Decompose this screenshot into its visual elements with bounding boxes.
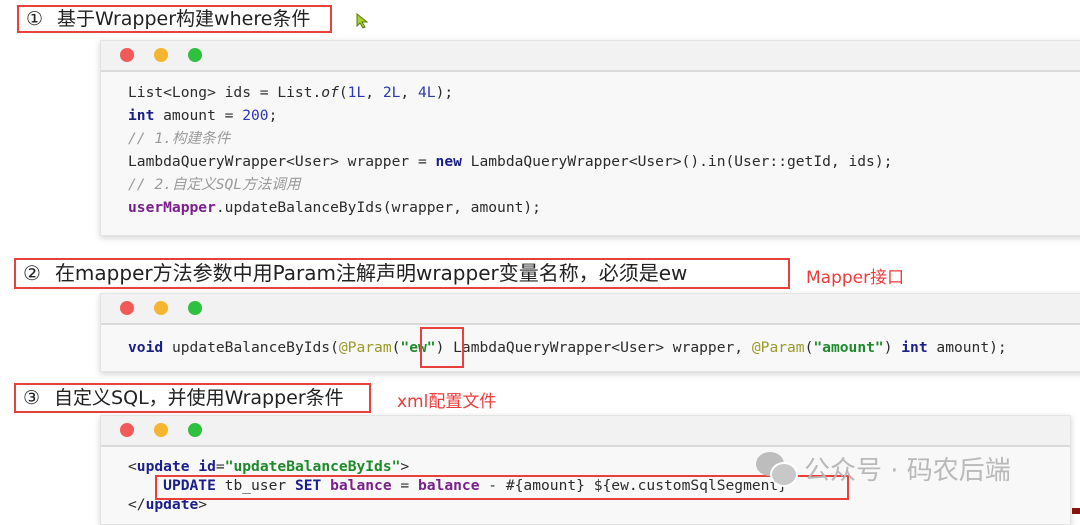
code-token: new: [435, 153, 462, 170]
code-token: "updateBalanceByIds": [224, 458, 401, 475]
step-1-header: ① 基于Wrapper构建where条件: [17, 5, 332, 33]
sql-highlight-box: [155, 475, 849, 500]
step-3-note: xml配置文件: [397, 392, 497, 412]
minimize-dot-icon: [154, 48, 168, 62]
step-2-header: ② 在mapper方法参数中用Param注解声明wrapper变量名称，必须是ew: [14, 258, 790, 289]
code-card-2: void updateBalanceByIds(@Param("ew") Lam…: [100, 293, 1080, 372]
code-token: ,: [400, 84, 418, 101]
step-2-note: Mapper接口: [806, 268, 905, 288]
mouse-cursor-icon: [356, 13, 369, 29]
code-card-titlebar: [101, 416, 1070, 447]
minimize-dot-icon: [154, 301, 168, 315]
code-token: .updateBalanceByIds(wrapper, amount);: [215, 199, 541, 216]
code-token: 2L: [382, 84, 401, 101]
edge-marker: [1072, 508, 1080, 514]
watermark: 公众号 · 码农后端: [756, 450, 1011, 487]
code-token: @Param: [338, 339, 392, 356]
close-dot-icon: [120, 423, 134, 437]
code-token: updateBalanceByIds(: [163, 339, 339, 356]
code-block-1: List<Long> ids = List.of(1L, 2L, 4L); int…: [128, 81, 892, 219]
code-token: void: [128, 339, 164, 356]
code-token: LambdaQueryWrapper<User>().in(User::getI…: [461, 153, 893, 170]
maximize-dot-icon: [188, 423, 202, 437]
step-2-number: ②: [23, 261, 41, 285]
code-line: void updateBalanceByIds(@Param("ew") Lam…: [128, 336, 1007, 359]
code-token: >: [400, 458, 410, 475]
code-token: ;: [268, 107, 278, 124]
code-token: );: [435, 84, 454, 101]
code-line: // 1.构建条件: [128, 127, 892, 150]
maximize-dot-icon: [188, 301, 202, 315]
maximize-dot-icon: [188, 48, 202, 62]
code-token: of: [321, 84, 339, 101]
code-token: ,: [365, 84, 383, 101]
step-3-number: ③: [23, 387, 41, 409]
code-card-titlebar: [101, 41, 1080, 72]
code-token: // 1.构建条件: [128, 130, 231, 147]
minimize-dot-icon: [154, 423, 168, 437]
code-token: amount);: [927, 339, 1007, 356]
close-dot-icon: [120, 48, 134, 62]
code-card-titlebar: [101, 294, 1080, 325]
code-token: userMapper: [128, 199, 216, 216]
code-token: </: [128, 496, 146, 513]
code-line: int amount = 200;: [128, 104, 892, 127]
step-1-title: 基于Wrapper构建where条件: [57, 8, 311, 30]
code-token: <: [128, 458, 137, 475]
close-dot-icon: [120, 301, 134, 315]
code-token: int: [128, 107, 155, 124]
code-line: <update id="updateBalanceByIds">: [128, 457, 787, 476]
code-token: // 2.自定义SQL方法调用: [128, 176, 301, 193]
code-token: =: [215, 458, 225, 475]
step-1-number: ①: [26, 8, 44, 30]
step-3-header: ③ 自定义SQL，并使用Wrapper条件: [14, 383, 371, 413]
code-token: amount =: [154, 107, 243, 124]
code-card-1: List<Long> ids = List.of(1L, 2L, 4L); int…: [100, 40, 1080, 236]
watermark-text: 公众号 · 码农后端: [804, 456, 1011, 486]
ew-highlight-box: [420, 327, 464, 368]
code-token: id: [198, 458, 216, 475]
wechat-icon: [756, 451, 798, 487]
code-line: userMapper.updateBalanceByIds(wrapper, a…: [128, 196, 892, 219]
code-token: List<Long> ids = List.: [128, 84, 322, 101]
code-token: update: [136, 458, 190, 475]
code-token: 200: [242, 107, 269, 124]
code-token: ): [883, 339, 902, 356]
code-block-2: void updateBalanceByIds(@Param("ew") Lam…: [128, 336, 1007, 359]
code-token: 4L: [417, 84, 436, 101]
code-line: // 2.自定义SQL方法调用: [128, 173, 892, 196]
code-token: @Param: [751, 339, 805, 356]
code-line: LambdaQueryWrapper<User> wrapper = new L…: [128, 150, 892, 173]
code-line: List<Long> ids = List.of(1L, 2L, 4L);: [128, 81, 892, 104]
code-token: (: [338, 84, 348, 101]
step-3-title: 自定义SQL，并使用Wrapper条件: [54, 387, 344, 409]
code-token: "amount": [813, 339, 884, 356]
code-token: ) LambdaQueryWrapper<User> wrapper,: [435, 339, 752, 356]
code-token: LambdaQueryWrapper<User> wrapper =: [128, 153, 436, 170]
code-token: int: [901, 339, 928, 356]
code-token: 1L: [347, 84, 366, 101]
step-2-title: 在mapper方法参数中用Param注解声明wrapper变量名称，必须是ew: [54, 261, 688, 285]
